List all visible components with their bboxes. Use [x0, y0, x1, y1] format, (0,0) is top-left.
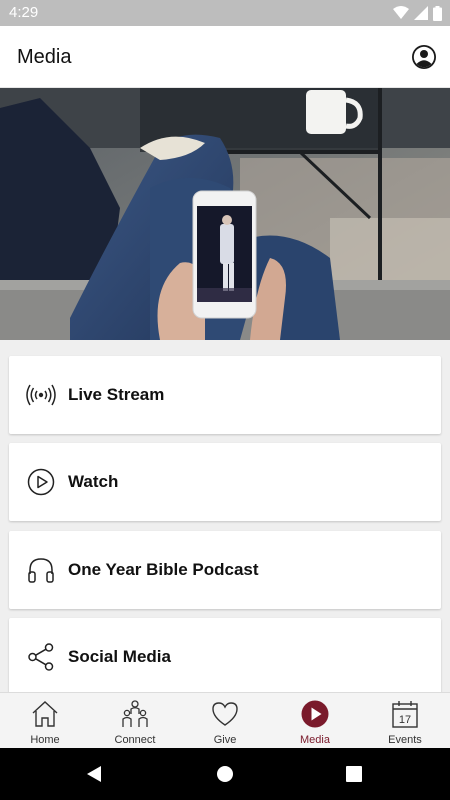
status-time: 4:29 — [9, 4, 39, 21]
battery-icon — [433, 5, 442, 21]
menu-item-label: Live Stream — [68, 385, 165, 404]
live-stream-icon — [26, 384, 56, 406]
menu-item-label: Watch — [68, 472, 119, 491]
play-icon — [301, 700, 329, 728]
nav-label: Media — [300, 734, 330, 746]
share-icon — [28, 643, 54, 671]
status-bar: 4:29 — [0, 0, 450, 26]
nav-give[interactable]: Give — [180, 693, 270, 749]
wifi-icon — [393, 6, 409, 19]
nav-label: Give — [213, 734, 237, 746]
hero-image — [0, 88, 450, 340]
heart-icon — [212, 702, 238, 726]
people-icon — [122, 700, 148, 727]
home-icon — [32, 701, 58, 727]
calendar-day: 17 — [399, 714, 411, 726]
status-icons — [393, 4, 442, 22]
nav-media[interactable]: Media — [270, 693, 360, 749]
app-bar: Media — [0, 26, 450, 88]
nav-events[interactable]: 17 Events — [360, 693, 450, 749]
nav-home[interactable]: Home — [0, 693, 90, 749]
play-circle-icon — [27, 468, 55, 496]
headphones-icon — [28, 558, 54, 583]
menu-item-live-stream[interactable]: Live Stream — [9, 356, 441, 434]
menu-item-label: One Year Bible Podcast — [68, 560, 259, 579]
menu-item-label: Social Media — [68, 647, 171, 666]
home-circle-icon[interactable] — [216, 765, 234, 783]
calendar-icon: 17 — [392, 701, 418, 728]
bottom-nav: Home Connect Give Media 17 Events — [0, 692, 450, 748]
menu-item-podcast[interactable]: One Year Bible Podcast — [9, 531, 441, 609]
nav-label: Home — [30, 734, 60, 746]
hero-photo — [0, 88, 450, 340]
nav-label: Events — [388, 734, 422, 746]
page-title: Media — [17, 46, 72, 68]
nav-connect[interactable]: Connect — [90, 693, 180, 749]
back-icon[interactable] — [85, 765, 103, 783]
cellular-icon — [414, 6, 428, 20]
nav-label: Connect — [114, 734, 156, 746]
menu-item-social-media[interactable]: Social Media — [9, 618, 441, 692]
recents-icon[interactable] — [346, 766, 362, 782]
media-menu: Live Stream Watch One Year Bible Podcast… — [0, 340, 450, 692]
menu-item-watch[interactable]: Watch — [9, 443, 441, 521]
system-nav-bar — [0, 748, 450, 800]
profile-icon[interactable] — [411, 44, 437, 70]
